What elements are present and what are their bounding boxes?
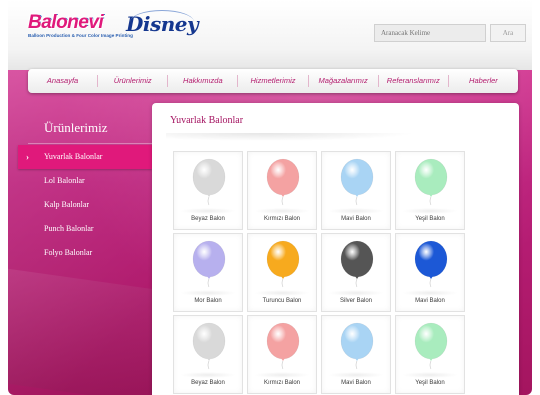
disney-logo: Disney	[126, 10, 199, 44]
product-label: Mavi Balon	[415, 298, 445, 304]
sidebar-item-label: Punch Balonlar	[44, 224, 94, 233]
balloon-icon	[414, 322, 448, 370]
search-input[interactable]	[374, 24, 486, 42]
content-panel: Yuvarlak Balonlar Beyaz Balon Kırmızı Bal…	[152, 103, 519, 395]
product-card[interactable]: Kırmızı Balon	[247, 151, 317, 230]
balonevi-logo[interactable]: Balonevi Balloon Production & Four Color…	[28, 12, 133, 47]
disney-arc	[130, 10, 194, 34]
sidebar-item-label: Yuvarlak Balonlar	[44, 152, 103, 161]
balloon-icon	[266, 240, 300, 288]
sidebar-list: › Yuvarlak Balonlar Lol Balonlar Kalp Balon…	[18, 145, 152, 265]
product-label: Mor Balon	[194, 298, 222, 304]
logo-brand: Balonevi	[28, 12, 104, 33]
stage-band	[8, 268, 168, 395]
balloon-icon	[414, 240, 448, 288]
product-label: Kırmızı Balon	[263, 380, 300, 386]
product-label: Yeşil Balon	[415, 380, 445, 386]
sidebar-item-label: Lol Balonlar	[44, 176, 85, 185]
logo-tagline: Balloon Production & Four Color Image Pr…	[28, 33, 133, 38]
product-card[interactable]: Kırmızı Balon	[247, 315, 317, 394]
nav-item[interactable]: Haberler	[449, 75, 518, 87]
product-label: Turuncu Balon	[262, 298, 302, 304]
product-label: Yeşil Balon	[415, 216, 445, 222]
product-card[interactable]: Beyaz Balon	[173, 315, 243, 394]
search-button[interactable]: Ara	[490, 24, 526, 42]
chevron-right-icon: ›	[26, 152, 29, 162]
product-card[interactable]: Yeşil Balon	[395, 151, 465, 230]
product-label: Mavi Balon	[341, 216, 371, 222]
title-divider	[166, 133, 416, 141]
balloon-icon	[340, 322, 374, 370]
sidebar-item[interactable]: › Yuvarlak Balonlar	[18, 145, 152, 169]
product-label: Mavi Balon	[341, 380, 371, 386]
nav-item[interactable]: Hizmetlerimiz	[238, 75, 309, 87]
sidebar-item[interactable]: Kalp Balonlar	[28, 193, 152, 217]
balloon-icon	[266, 158, 300, 206]
balloon-icon	[192, 322, 226, 370]
sidebar-item[interactable]: Punch Balonlar	[28, 217, 152, 241]
product-label: Silver Balon	[339, 298, 372, 304]
nav-item[interactable]: Mağazalarımız	[309, 75, 379, 87]
product-card[interactable]: Silver Balon	[321, 233, 391, 312]
page-title: Yuvarlak Balonlar	[170, 115, 244, 126]
sidebar-item[interactable]: Folyo Balonlar	[28, 241, 152, 265]
product-card[interactable]: Mavi Balon	[321, 315, 391, 394]
balloon-icon	[192, 240, 226, 288]
product-card[interactable]: Yeşil Balon	[395, 315, 465, 394]
product-label: Beyaz Balon	[191, 216, 225, 222]
sidebar-title: Ürünlerimiz	[44, 120, 108, 135]
product-grid: Beyaz Balon Kırmızı Balon Mavi Balon Yeşil …	[173, 151, 465, 394]
sidebar-item-label: Kalp Balonlar	[44, 200, 90, 209]
product-card[interactable]: Turuncu Balon	[247, 233, 317, 312]
sidebar-item-label: Folyo Balonlar	[44, 248, 93, 257]
nav-item[interactable]: Referanslarımız	[379, 75, 449, 87]
site-header: Balonevi Balloon Production & Four Color…	[8, 0, 532, 70]
sidebar-divider	[28, 143, 152, 144]
main-nav: Anasayfa Ürünlerimiz Hakkımızda Hizmetlerim…	[28, 69, 518, 93]
balloon-icon	[266, 322, 300, 370]
sidebar-item[interactable]: Lol Balonlar	[28, 169, 152, 193]
product-card[interactable]: Mavi Balon	[321, 151, 391, 230]
category-sidebar: Ürünlerimiz › Yuvarlak Balonlar Lol Balonl…	[18, 113, 152, 265]
balloon-icon	[414, 158, 448, 206]
product-label: Beyaz Balon	[191, 380, 225, 386]
balloon-icon	[340, 158, 374, 206]
product-card[interactable]: Mavi Balon	[395, 233, 465, 312]
product-card[interactable]: Beyaz Balon	[173, 151, 243, 230]
product-label: Kırmızı Balon	[263, 216, 300, 222]
balloon-icon	[340, 240, 374, 288]
nav-item[interactable]: Anasayfa	[28, 75, 99, 87]
nav-item[interactable]: Ürünlerimiz	[98, 75, 169, 87]
balloon-icon	[192, 158, 226, 206]
nav-item[interactable]: Hakkımızda	[168, 75, 239, 87]
product-card[interactable]: Mor Balon	[173, 233, 243, 312]
